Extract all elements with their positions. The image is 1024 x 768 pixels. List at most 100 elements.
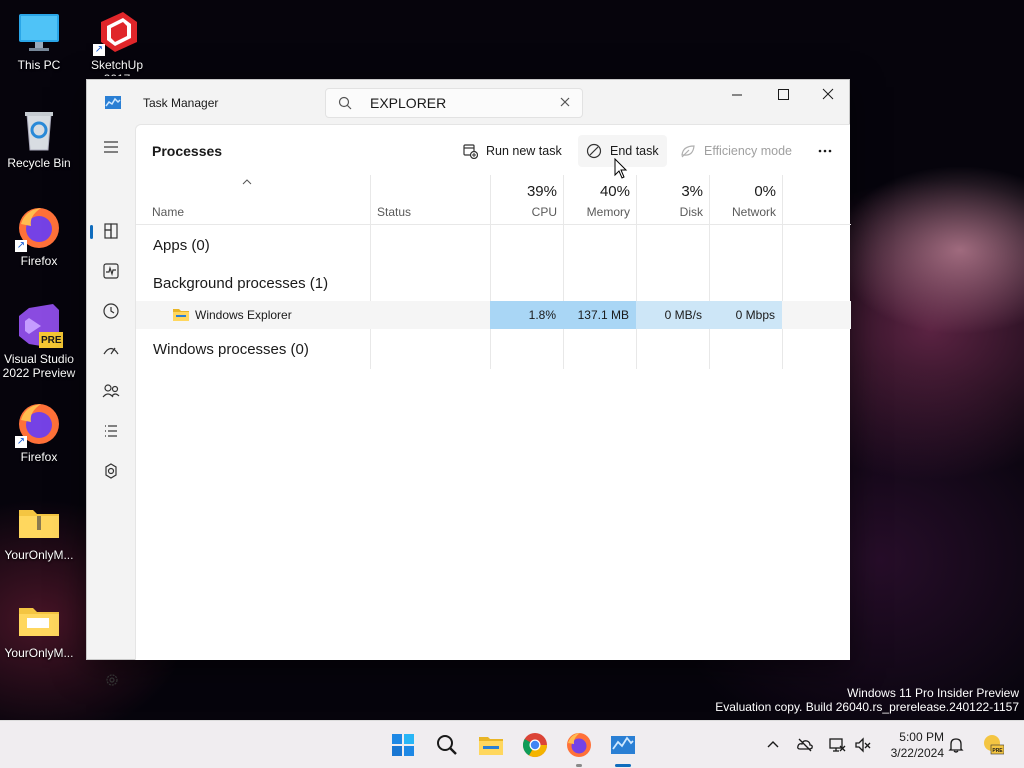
svg-text:PRE: PRE (992, 748, 1003, 754)
show-hidden-icons-chevron-up-icon[interactable] (764, 736, 782, 754)
nav-services[interactable] (97, 457, 125, 485)
monitor-icon (15, 8, 63, 56)
search-icon[interactable] (433, 731, 461, 759)
nav-selected-indicator (90, 225, 93, 239)
clear-search-icon[interactable] (558, 95, 572, 109)
start-icon[interactable] (389, 731, 417, 759)
firefox-icon: ↗ (15, 400, 63, 448)
efficiency-mode-button[interactable]: Efficiency mode (672, 135, 800, 167)
network-total-percent[interactable]: 0% (709, 183, 776, 200)
disk-total-percent[interactable]: 3% (636, 183, 703, 200)
maximize-button[interactable] (760, 80, 806, 110)
nav-users[interactable] (97, 377, 125, 405)
minimize-button[interactable] (714, 80, 760, 110)
hamburger-menu-button[interactable] (97, 134, 125, 162)
visual-studio-icon: PRE (15, 302, 63, 350)
desktop-icon-label: Firefox (20, 450, 58, 464)
insider-preview-badge-icon[interactable]: PRE (982, 733, 1004, 755)
search-input[interactable] (370, 94, 550, 112)
network-disconnected-icon[interactable] (828, 736, 846, 754)
efficiency-mode-label: Efficiency mode (704, 144, 793, 158)
more-options-button[interactable] (808, 135, 842, 167)
clock-time: 5:00 PM (899, 730, 944, 744)
startup-icon (103, 347, 119, 355)
desktop-icon-label: Visual Studio 2022 Preview (2, 352, 76, 380)
column-header-name[interactable]: Name (152, 205, 184, 219)
desktop-icon-label: Recycle Bin (7, 156, 71, 170)
more-dots-icon (818, 149, 832, 153)
chrome-icon[interactable] (521, 731, 549, 759)
desktop-icon-label: YourOnlyM... (4, 548, 74, 562)
column-header-disk[interactable]: Disk (636, 205, 703, 219)
desktop-icon-this-pc[interactable]: This PC (0, 8, 78, 72)
column-header-memory[interactable]: Memory (563, 205, 630, 219)
column-header-cpu[interactable]: CPU (490, 205, 557, 219)
desktop-icon-firefox[interactable]: ↗ Firefox (0, 204, 78, 268)
run-new-task-label: Run new task (486, 144, 562, 158)
desktop-icon-label: This PC (17, 58, 61, 72)
notification-bell-icon[interactable] (947, 736, 965, 754)
title-bar[interactable]: Task Manager (87, 80, 849, 124)
cloud-offline-icon[interactable] (796, 736, 814, 754)
desktop-icon-firefox[interactable]: ↗ Firefox (0, 400, 78, 464)
nav-performance[interactable] (97, 257, 125, 285)
desktop-icon-label: SketchUp 2017 (90, 58, 144, 76)
desktop-icon-visual-studio[interactable]: PRE Visual Studio 2022 Preview (0, 302, 78, 380)
preview-badge: PRE (41, 335, 62, 346)
run-new-task-button[interactable]: Run new task (454, 135, 570, 167)
nav-details[interactable] (97, 417, 125, 445)
process-network: 0 Mbps (709, 301, 782, 329)
process-status (370, 301, 490, 329)
table-header: Name Status 39% CPU 40% Memory 3% Disk 0… (136, 175, 851, 225)
taskbar: 5:00 PM 3/22/2024 PRE (0, 720, 1024, 768)
processes-icon (104, 223, 118, 239)
task-manager-icon[interactable] (609, 731, 637, 759)
desktop-icon-folder[interactable]: YourOnlyM... (0, 596, 78, 660)
end-task-icon (586, 143, 602, 159)
mouse-cursor-icon (614, 158, 628, 179)
services-icon (105, 463, 117, 479)
leaf-icon (681, 145, 695, 158)
desktop-icon-recycle-bin[interactable]: Recycle Bin (0, 106, 78, 170)
nav-startup-apps[interactable] (97, 337, 125, 365)
performance-icon (103, 263, 119, 279)
settings-gear-icon[interactable] (104, 672, 120, 688)
process-disk: 0 MB/s (636, 301, 709, 329)
search-box[interactable] (325, 88, 583, 118)
task-manager-window: Task Manager EXPLORER Processes Run new … (86, 79, 851, 686)
running-indicator (576, 764, 582, 767)
process-cpu: 1.8% (490, 301, 563, 329)
run-new-task-icon (463, 144, 478, 159)
desktop-icon-zip-folder[interactable]: YourOnlyM... (0, 498, 78, 562)
desktop-icon-label: YourOnlyM... (4, 646, 74, 660)
watermark-line-1: Windows 11 Pro Insider Preview (847, 686, 1019, 700)
nav-processes[interactable] (97, 217, 125, 245)
column-header-network[interactable]: Network (709, 205, 776, 219)
zip-folder-icon (15, 498, 63, 546)
column-header-status[interactable]: Status (377, 205, 411, 219)
shortcut-arrow-icon: ↗ (93, 44, 105, 56)
watermark-line-2: Evaluation copy. Build 26040.rs_prerelea… (715, 700, 1019, 714)
nav-app-history[interactable] (97, 297, 125, 325)
memory-total-percent[interactable]: 40% (563, 183, 630, 200)
task-manager-app-icon (105, 96, 121, 109)
desktop-icon-sketchup[interactable]: ↗ SketchUp 2017 (78, 8, 156, 76)
close-icon (822, 88, 834, 100)
navigation-rail (87, 124, 135, 686)
window-title: Task Manager (143, 96, 219, 110)
history-icon (103, 303, 119, 319)
file-explorer-icon[interactable] (477, 731, 505, 759)
active-app-indicator (615, 764, 631, 767)
process-name: Windows Explorer (195, 308, 292, 322)
volume-muted-icon[interactable] (854, 736, 872, 754)
table-row[interactable]: Windows Explorer 1.8% 137.1 MB 0 MB/s 0 … (136, 301, 851, 329)
group-windows-processes: Windows processes (0) (153, 341, 309, 358)
shortcut-arrow-icon: ↗ (15, 436, 27, 448)
details-list-icon (105, 425, 117, 437)
firefox-icon[interactable] (565, 731, 593, 759)
cpu-total-percent[interactable]: 39% (490, 183, 557, 200)
end-task-label: End task (610, 144, 659, 158)
processes-page: Processes Run new task End task Efficien… (135, 124, 851, 660)
system-clock[interactable]: 5:00 PM 3/22/2024 (880, 729, 944, 761)
close-button[interactable] (805, 80, 851, 110)
